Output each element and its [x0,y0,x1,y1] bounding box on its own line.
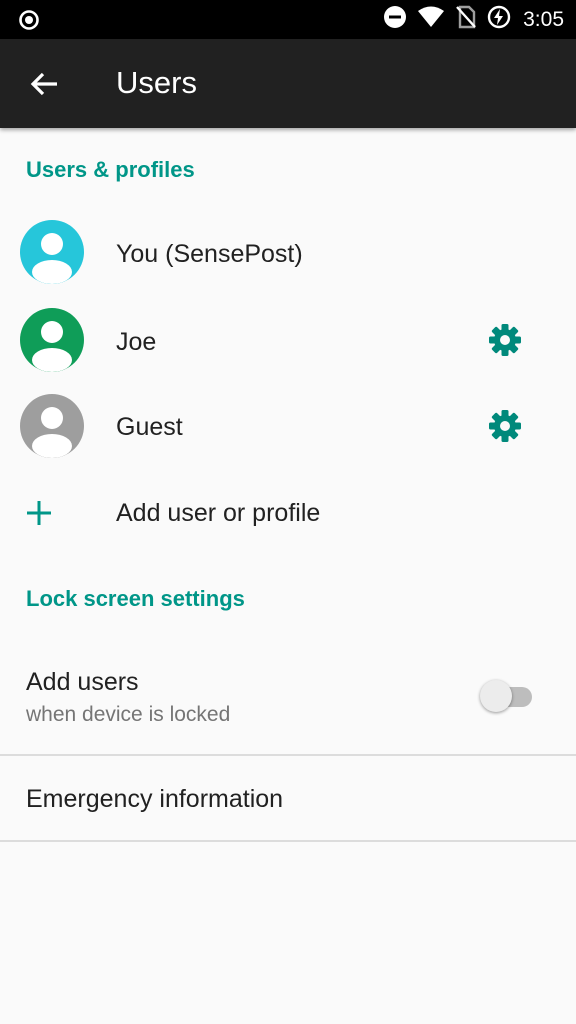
emergency-information-item[interactable]: Emergency information [0,756,576,840]
radio-button-icon [18,9,40,36]
no-sim-icon [455,5,477,34]
user-row-joe[interactable]: Joe [0,296,576,384]
avatar [20,220,84,284]
lock-section-header: Lock screen settings [26,586,245,611]
status-bar: 3:05 [0,0,576,39]
user-label: Guest [116,413,183,441]
wifi-icon [417,5,445,34]
arrow-back-icon[interactable] [26,66,62,102]
add-users-toggle[interactable] [480,678,534,712]
add-users-setting[interactable]: Add users when device is locked [0,640,576,754]
do-not-disturb-icon [383,5,407,34]
user-row-guest[interactable]: Guest [0,384,576,470]
add-user-button[interactable]: Add user or profile [0,470,576,556]
avatar [20,394,84,458]
add-users-title: Add users [26,668,139,696]
user-label: Joe [116,328,157,356]
divider [0,840,576,842]
add-user-label: Add user or profile [116,499,321,527]
gear-icon[interactable] [487,322,523,358]
toggle-thumb [480,680,512,712]
add-users-summary: when device is locked [26,703,231,726]
avatar [20,308,84,372]
page-title: Users [116,65,197,100]
plus-icon [24,498,54,528]
battery-charging-icon [487,5,511,34]
app-bar: Users [0,39,576,128]
user-row-you[interactable]: You (SensePost) [0,208,576,296]
users-section-header: Users & profiles [26,157,195,182]
emergency-information-label: Emergency information [26,785,284,813]
gear-icon[interactable] [487,408,523,444]
user-label: You (SensePost) [116,240,303,268]
clock: 3:05 [523,7,564,31]
